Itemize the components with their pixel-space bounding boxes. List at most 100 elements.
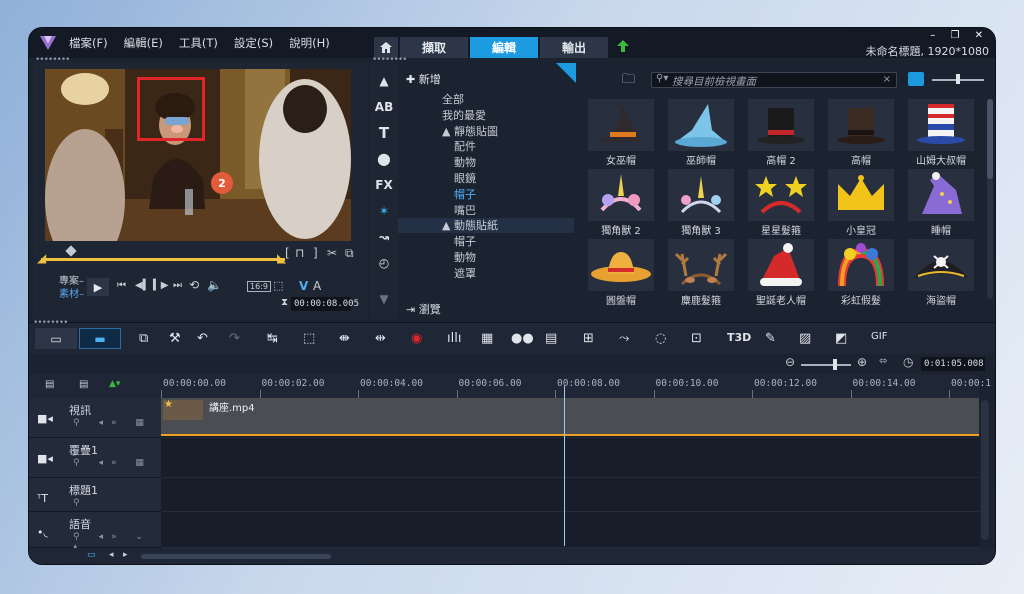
track-header-overlay[interactable]: ■◂ 覆疊1 ⚲ ◂» ▦ [29,438,161,478]
tree-item[interactable]: ▲ 動態貼紙 [442,217,498,233]
menu-edit[interactable]: 編輯(E) [124,35,163,51]
split-screen-icon[interactable]: ⊞ [583,331,594,346]
fit-icon[interactable]: ↹ [267,331,278,346]
scroll-left-icon[interactable]: ◂ [109,550,114,560]
overlay-track[interactable] [161,438,979,478]
chapter-icon[interactable]: ▤ [79,379,88,390]
repeat-icon[interactable]: ⟲ [189,278,199,292]
tree-item[interactable]: 嘴巴 [454,202,476,218]
track-controls[interactable]: ⚲ ◂» ▦ [73,458,152,468]
tree-item[interactable]: 我的最愛 [442,107,486,123]
storyboard-view-tab[interactable]: ▭ [35,328,77,349]
tools-icon[interactable]: ⚒ [169,331,181,346]
thumbnail-size-handle[interactable] [956,74,960,84]
end-frame-icon[interactable]: ⏭ [173,280,182,291]
upload-icon[interactable] [617,40,629,52]
collapse-up-icon[interactable]: ▲ [376,73,392,89]
timecode-display[interactable]: 00:00:08.005 [291,297,359,311]
fullscreen-icon[interactable]: ⊓ [295,246,304,260]
mask-icon[interactable]: ◌ [655,331,666,346]
track-header-title[interactable]: ᵀT 標題1 ⚲ [29,478,161,512]
zoom-out-icon[interactable]: ⊖ [785,355,795,369]
track-header-video[interactable]: ■◂ 視訊 ⚲ ◂» ▦ [29,398,161,438]
project-duration[interactable]: 0:01:05.008 [921,357,985,371]
clip-mode-label[interactable]: 素材– [59,285,84,300]
fx-icon[interactable]: FX [375,177,392,193]
zoom-slider-handle[interactable] [833,359,837,370]
crop-icon[interactable]: ⬚ [273,279,283,292]
track-header-voice[interactable]: •◟ 語音 ⚲ ◂» ⌄ ▴ [29,512,161,552]
track-v-icon[interactable]: V [299,279,308,293]
screen-rec-icon[interactable]: ▨ [799,331,811,346]
blend-icon[interactable]: ●● [511,331,534,346]
tab-share[interactable]: 輸出 [540,37,608,58]
panel-grip[interactable]: •••••••• [33,318,68,328]
tree-item[interactable]: 全部 [442,91,464,107]
sticker-item[interactable]: 獨角獸 3 [664,168,738,238]
tree-item[interactable]: ▲ 靜態貼圖 [442,123,498,139]
all-tracks-icon[interactable]: ▤ [45,379,54,390]
mark-in-icon[interactable]: ◢ [37,251,46,265]
undo-icon[interactable]: ↶ [197,331,208,346]
sticker-item[interactable]: 山姆大叔帽 [904,98,978,168]
sticker-icon[interactable]: ✶ [376,203,392,219]
timeline-view-tab[interactable]: ▬ [79,328,121,349]
stabilize-icon[interactable]: ⊡ [691,331,702,346]
motion-icon[interactable]: ⤳ [619,331,629,346]
zoom-slider[interactable] [801,364,851,366]
sticker-item[interactable]: 女巫帽 [584,98,658,168]
home-frame-icon[interactable]: ⏮ [117,280,126,291]
tree-item[interactable]: 配件 [454,138,476,154]
scrubber-bar[interactable] [41,258,285,261]
color-icon[interactable]: ◉ [411,331,422,346]
track-manager-icon[interactable]: ⧉ [139,331,148,346]
track-a-icon[interactable]: A [313,279,321,293]
sticker-item[interactable]: 聖誕老人帽 [744,238,818,308]
tab-edit[interactable]: 編輯 [470,37,538,58]
play-button[interactable]: ▶ [87,278,109,296]
timeline-vscroll[interactable] [981,400,989,540]
window-controls[interactable]: – ❐ ✕ [930,30,989,41]
fit-project-icon[interactable]: ⬄ [879,356,887,367]
track-controls[interactable]: ⚲ [73,498,88,508]
sticker-item[interactable]: 睡帽 [904,168,978,238]
sticker-item[interactable]: 高帽 2 [744,98,818,168]
speed-icon[interactable]: ◴ [376,255,392,271]
expand-down-icon[interactable]: ▼ [376,291,392,307]
path-icon[interactable]: ↝ [376,229,392,245]
tree-item[interactable]: 眼鏡 [454,170,476,186]
prev-frame-icon[interactable]: ◀▍ [135,280,150,291]
menu-help[interactable]: 說明(H) [289,35,330,51]
tree-item[interactable]: 動物 [454,249,476,265]
painting-icon[interactable]: ✎ [765,331,776,346]
playhead[interactable] [564,386,565,546]
add-category-button[interactable]: ✚ 新增 [406,71,441,87]
search-input[interactable]: 搜尋目前檢視畫面 [672,74,756,89]
tree-item[interactable]: 帽子 [454,233,476,249]
gif-icon[interactable]: GIF [871,331,887,342]
sticker-item[interactable]: 高帽 [824,98,898,168]
sticker-item[interactable]: 小皇冠 [824,168,898,238]
video-clip[interactable]: ★ 講座.mp4 [161,398,979,436]
scroll-right-icon[interactable]: ▸ [123,550,128,560]
sticker-item[interactable]: 獨角獸 2 [584,168,658,238]
tree-item[interactable]: 帽子 [454,186,476,202]
scrubber-handle[interactable] [65,245,77,257]
menu-file[interactable]: 檔案(F) [69,35,108,51]
clear-search-icon[interactable]: × [883,74,891,85]
title-track[interactable] [161,478,979,512]
timeline-ruler[interactable]: 00:00:00.00 00:00:02.00 00:00:04.00 00:00:0… [161,374,991,398]
sticker-item[interactable]: 星星髮箍 [744,168,818,238]
menu-tools[interactable]: 工具(T) [179,35,218,51]
cue-marker-icon[interactable]: ▲▾ [109,379,120,389]
redo-icon[interactable]: ↷ [229,331,240,346]
library-search[interactable]: ⚲▾ 搜尋目前檢視畫面 × [651,72,897,88]
sticker-item[interactable]: 彩虹假髮 [824,238,898,308]
menu-settings[interactable]: 設定(S) [234,35,273,51]
trim-icon[interactable]: ⇹ [375,331,386,346]
title-icon[interactable]: T [376,124,392,142]
import-folder-icon[interactable]: 🗀 [622,70,635,92]
sticker-item[interactable]: 麋鹿髮箍 [664,238,738,308]
timeline-hscroll[interactable] [141,554,331,559]
zoom-in-icon[interactable]: ⊕ [857,355,867,369]
